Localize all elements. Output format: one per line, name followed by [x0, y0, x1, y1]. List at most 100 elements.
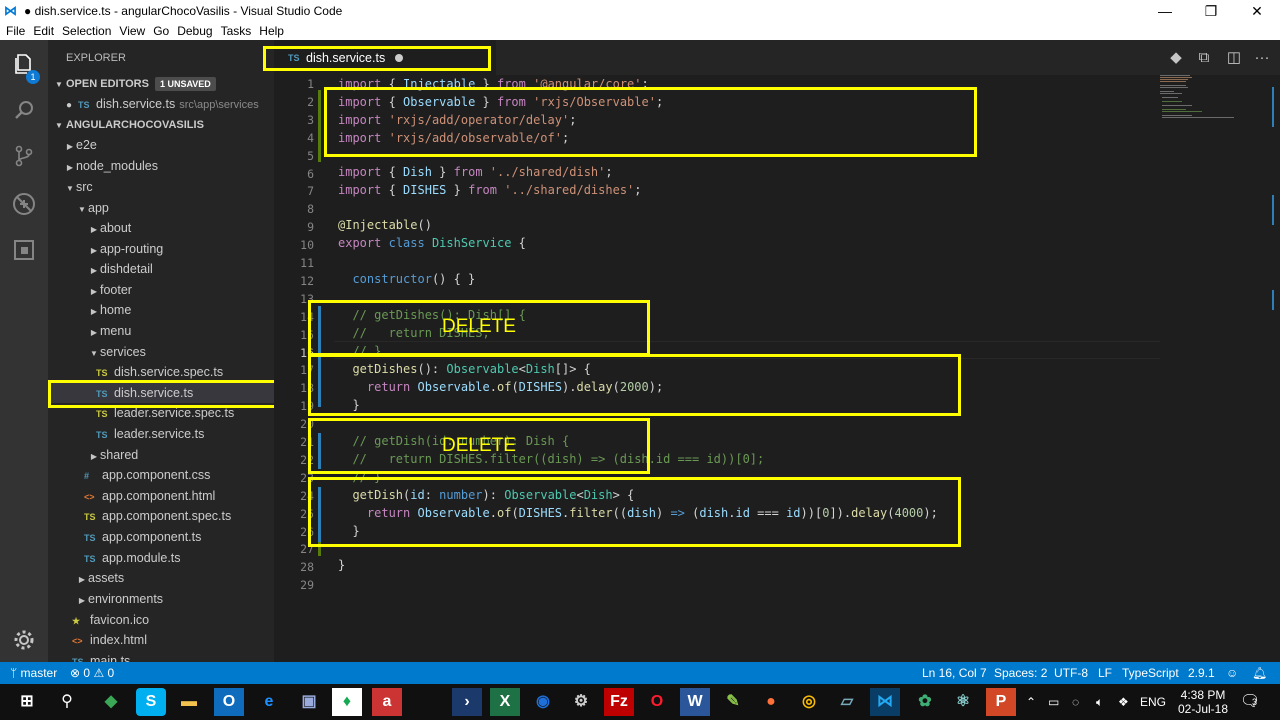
problems-indicator[interactable]: ⊗ 0 ⚠ 0: [70, 662, 114, 684]
tree-item-environments[interactable]: ▶ environments: [48, 589, 274, 609]
open-changes-icon[interactable]: ◆: [1162, 40, 1190, 75]
tree-item-app-component-ts[interactable]: TS app.component.ts: [48, 527, 274, 547]
chrome-icon[interactable]: ◎: [794, 688, 824, 716]
tree-item-e2e[interactable]: ▶ e2e: [48, 135, 274, 155]
clock-date: 02-Jul-18: [1178, 702, 1229, 716]
app-icon-8[interactable]: ▱: [832, 688, 862, 716]
maximize-button[interactable]: ❐: [1188, 0, 1234, 22]
powershell-icon[interactable]: ›: [452, 688, 482, 716]
excel-icon[interactable]: X: [490, 688, 520, 716]
tree-item-app-routing[interactable]: ▶ app-routing: [48, 239, 274, 259]
minimap[interactable]: [1160, 75, 1260, 135]
tree-item-app[interactable]: ▼ app: [48, 198, 274, 218]
outlook-icon[interactable]: O: [214, 688, 244, 716]
tree-item-dish-service-spec[interactable]: TS dish.service.spec.ts: [48, 362, 274, 382]
tree-item-shared[interactable]: ▶ shared: [48, 445, 274, 465]
tree-item-app-component-css[interactable]: # app.component.css: [48, 465, 274, 485]
app-icon-1[interactable]: ◆: [96, 688, 126, 716]
more-actions-icon[interactable]: ···: [1248, 40, 1276, 75]
notifications-bell-icon[interactable]: 🔔︎: [1252, 662, 1267, 684]
app-icon-2[interactable]: ▣: [294, 688, 324, 716]
menu-tasks[interactable]: Tasks: [217, 24, 256, 38]
network-icon[interactable]: ◌: [1072, 684, 1079, 720]
cursor-position[interactable]: Ln 16, Col 7: [922, 662, 987, 684]
menu-go[interactable]: Go: [149, 24, 173, 38]
tree-item-app-component-spec[interactable]: TS app.component.spec.ts: [48, 506, 274, 526]
taskbar-search-icon[interactable]: ⚲: [52, 688, 82, 716]
menu-view[interactable]: View: [115, 24, 149, 38]
app-icon-9[interactable]: ✿: [910, 688, 940, 716]
menu-help[interactable]: Help: [255, 24, 288, 38]
tree-item-menu[interactable]: ▶ menu: [48, 321, 274, 341]
encoding[interactable]: UTF-8: [1054, 662, 1088, 684]
firefox-icon[interactable]: ●: [756, 688, 786, 716]
line-number: 6: [307, 166, 314, 181]
tree-item-assets[interactable]: ▶ assets: [48, 568, 274, 588]
open-editor-item[interactable]: ● TS dish.service.ts src\app\services: [48, 94, 274, 114]
clock[interactable]: 4:38 PM 02-Jul-18: [1178, 688, 1228, 716]
menu-debug[interactable]: Debug: [173, 24, 216, 38]
tray-up-chevron-icon[interactable]: ⌃: [1026, 684, 1036, 720]
tree-item-node-modules[interactable]: ▶ node_modules: [48, 156, 274, 176]
tree-item-services[interactable]: ▼ services: [48, 342, 274, 362]
menu-selection[interactable]: Selection: [58, 24, 115, 38]
opera-icon[interactable]: O: [642, 688, 672, 716]
tree-item-footer[interactable]: ▶ footer: [48, 280, 274, 300]
line-number: 28: [300, 560, 314, 575]
minimize-button[interactable]: —: [1142, 0, 1188, 22]
source-control-icon[interactable]: [0, 136, 48, 176]
word-icon[interactable]: W: [680, 688, 710, 716]
split-editor-icon[interactable]: ◫: [1220, 40, 1248, 75]
line-ending[interactable]: LF: [1098, 662, 1112, 684]
tree-item-app-component-html[interactable]: <> app.component.html: [48, 486, 274, 506]
indentation[interactable]: Spaces: 2: [994, 662, 1047, 684]
app-icon-4[interactable]: a: [372, 688, 402, 716]
input-language[interactable]: ENG: [1140, 684, 1166, 720]
app-icon-5[interactable]: ◉: [528, 688, 558, 716]
settings-gear-icon[interactable]: [0, 620, 48, 660]
windows-start-icon[interactable]: ⊞: [12, 688, 42, 716]
close-button[interactable]: ✕: [1234, 0, 1280, 22]
line-number: 7: [307, 184, 314, 199]
debug-icon[interactable]: [0, 184, 48, 224]
skype-icon[interactable]: S: [136, 688, 166, 716]
tree-item-home[interactable]: ▶ home: [48, 300, 274, 320]
menu-file[interactable]: File: [2, 24, 29, 38]
code-editor[interactable]: 1 2 3 4 5 6 7 8 9 10 11 12 13 14 15 16 17 18 19 20 21 22 23 24 2…: [274, 75, 1280, 662]
app-icon-3[interactable]: ♦: [332, 688, 362, 716]
app-icon-7[interactable]: ✎: [718, 688, 748, 716]
ts-version[interactable]: 2.9.1: [1188, 662, 1215, 684]
search-icon[interactable]: [0, 90, 48, 130]
tree-item-main-ts[interactable]: TS main.ts: [48, 651, 274, 662]
tree-item-about[interactable]: ▶ about: [48, 218, 274, 238]
powerpoint-icon[interactable]: P: [986, 688, 1016, 716]
open-editors-header[interactable]: ▼ OPEN EDITORS 1 UNSAVED: [48, 73, 274, 95]
file-explorer-icon[interactable]: ▬: [174, 688, 204, 716]
app-icon-6[interactable]: ⚙: [566, 688, 596, 716]
tree-item-index-html[interactable]: <> index.html: [48, 630, 274, 650]
tree-item-app-module[interactable]: TS app.module.ts: [48, 548, 274, 568]
edge-icon[interactable]: e: [254, 688, 284, 716]
chevron-right-icon: ▶: [90, 287, 98, 296]
extensions-icon[interactable]: [0, 230, 48, 270]
preview-icon[interactable]: ⧉: [1190, 40, 1218, 75]
project-header[interactable]: ▼ ANGULARCHOCOVASILIS: [48, 114, 274, 136]
branch-indicator[interactable]: ᛘ master: [10, 662, 57, 684]
action-center-icon[interactable]: 🗨︎: [1240, 684, 1260, 720]
filezilla-icon[interactable]: Fz: [604, 688, 634, 716]
highlight-box-imports: [324, 87, 977, 157]
volume-icon[interactable]: 🔈︎: [1096, 684, 1103, 720]
dropbox-icon[interactable]: ❖: [1118, 684, 1129, 720]
app-icon-10[interactable]: ⚛: [948, 688, 978, 716]
tree-item-favicon[interactable]: ★ favicon.ico: [48, 610, 274, 630]
tree-item-dishdetail[interactable]: ▶ dishdetail: [48, 259, 274, 279]
tree-item-src[interactable]: ▼ src: [48, 177, 274, 197]
vertical-scrollbar[interactable]: [1266, 75, 1280, 662]
explorer-icon[interactable]: 1: [0, 44, 48, 84]
feedback-smiley-icon[interactable]: ☺: [1226, 662, 1238, 684]
tree-item-leader-service[interactable]: TS leader.service.ts: [48, 424, 274, 444]
vscode-taskbar-icon[interactable]: ⋈: [870, 688, 900, 716]
menu-edit[interactable]: Edit: [29, 24, 58, 38]
language-mode[interactable]: TypeScript: [1122, 662, 1179, 684]
battery-icon[interactable]: ▭: [1048, 684, 1059, 720]
